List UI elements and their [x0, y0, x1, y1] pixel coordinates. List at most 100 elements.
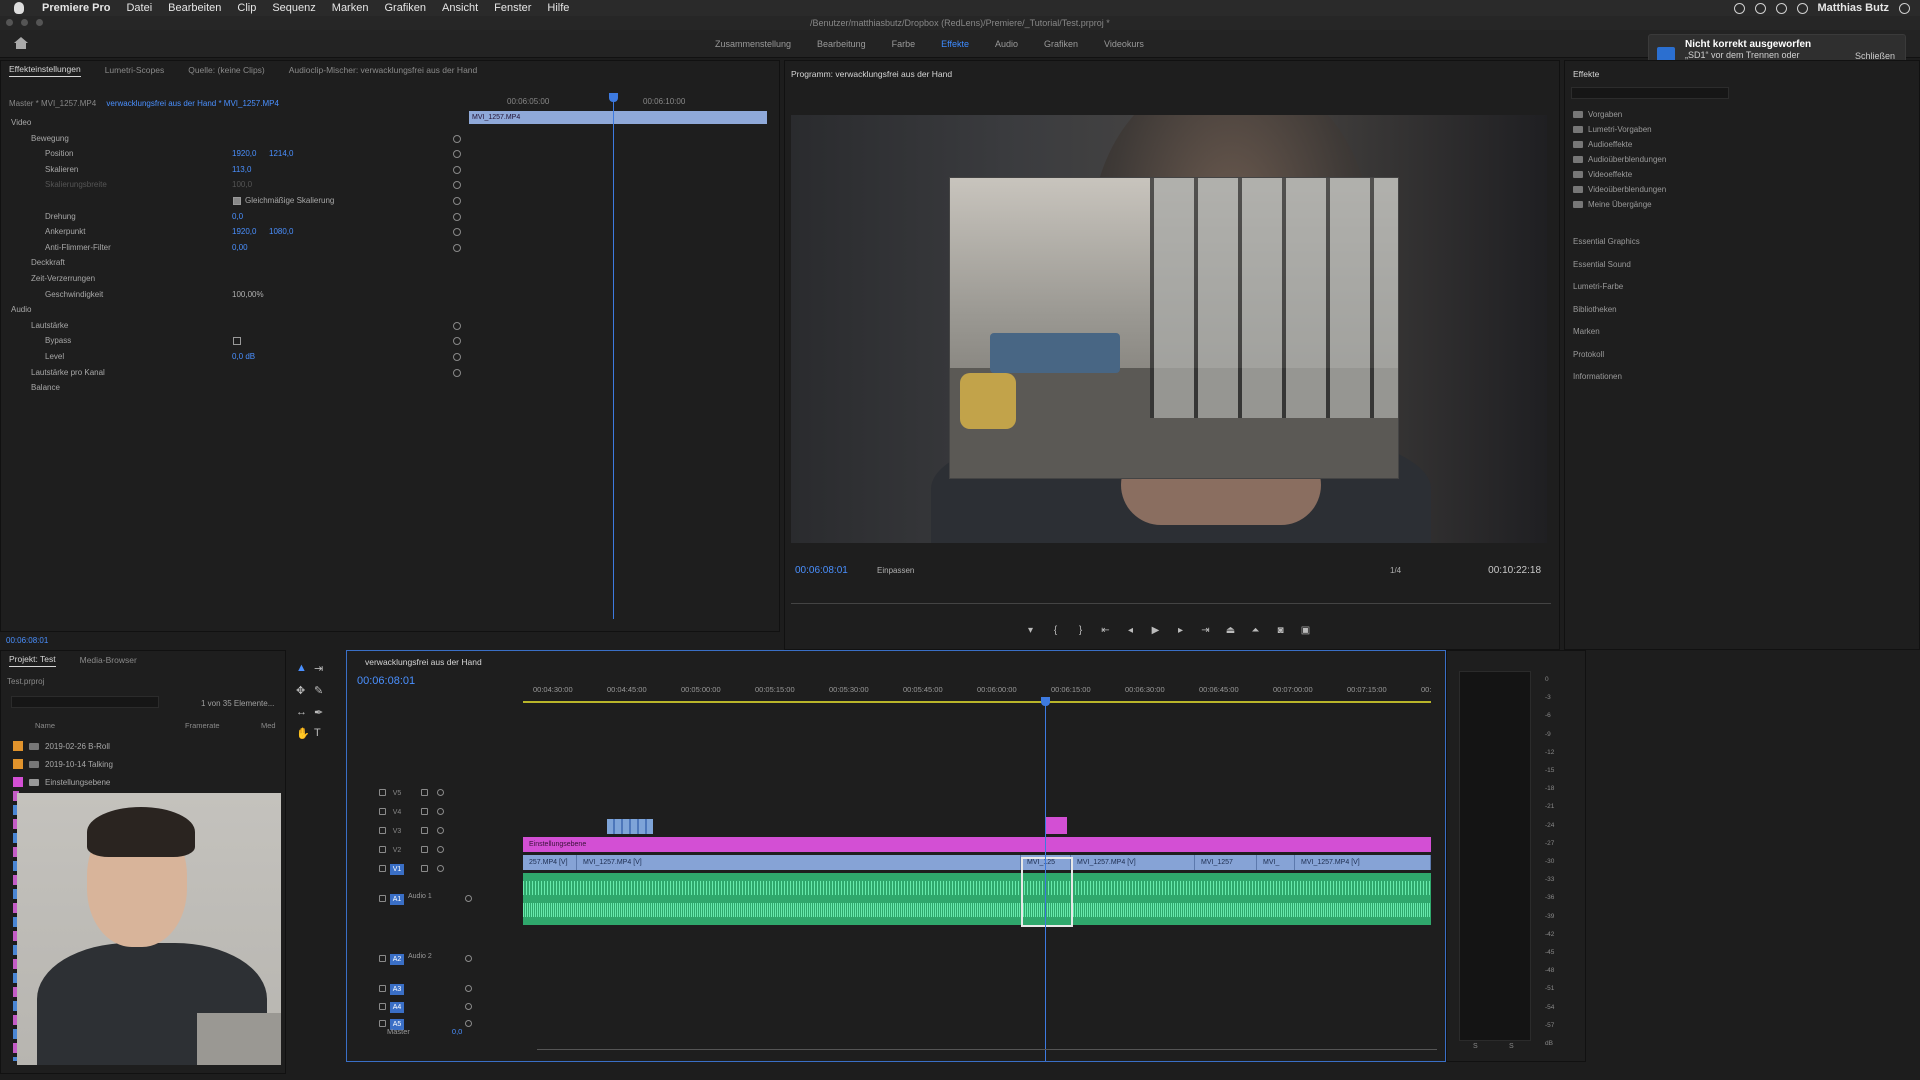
effects-title[interactable]: Effekte	[1573, 69, 1599, 79]
workspace-tab-effekte[interactable]: Effekte	[941, 39, 969, 49]
reset-icon[interactable]	[453, 165, 461, 174]
effects-search-input[interactable]	[1571, 87, 1729, 99]
tab-audio-clip-mixer[interactable]: Audioclip-Mischer: verwacklungsfrei aus …	[289, 65, 478, 75]
panel-link-essential-sound[interactable]: Essential Sound	[1573, 260, 1640, 283]
rotation-value[interactable]: 0,0	[232, 209, 243, 225]
menu-sequenz[interactable]: Sequenz	[272, 2, 315, 14]
microphone-icon[interactable]	[465, 1020, 472, 1027]
lock-icon[interactable]	[379, 1003, 386, 1010]
fx-folder[interactable]: Vorgaben	[1573, 107, 1666, 122]
timeline-timecode[interactable]: 00:06:08:01	[357, 675, 415, 687]
anchor-x-value[interactable]: 1920,0	[232, 224, 256, 240]
search-icon[interactable]	[1899, 2, 1910, 14]
fx-folder[interactable]: Meine Übergänge	[1573, 197, 1666, 212]
monitor-timecode[interactable]: 00:06:08:01	[795, 565, 848, 576]
reset-icon[interactable]	[453, 134, 461, 143]
track-select-tool-icon[interactable]: ⇥	[314, 662, 332, 677]
fit-dropdown[interactable]: Einpassen	[877, 566, 914, 575]
cloud-icon[interactable]	[1775, 2, 1787, 14]
track-name[interactable]: A2	[390, 954, 404, 965]
reset-icon[interactable]	[453, 150, 461, 159]
lock-icon[interactable]	[379, 895, 386, 902]
lock-icon[interactable]	[379, 808, 386, 815]
panel-link-essential-graphics[interactable]: Essential Graphics	[1573, 237, 1640, 260]
scale-value[interactable]: 113,0	[232, 162, 251, 178]
uniform-scale-checkbox[interactable]	[233, 196, 241, 205]
effect-time-remap[interactable]: Zeit-Verzerrungen	[1, 271, 463, 287]
lock-icon[interactable]	[379, 1020, 386, 1027]
film-icon[interactable]	[421, 865, 428, 872]
effect-motion[interactable]: Bewegung	[1, 131, 463, 147]
marker-icon[interactable]: ▾	[1025, 625, 1036, 636]
user-name[interactable]: Matthias Butz	[1818, 2, 1890, 14]
audio-track-name[interactable]: Audio 2	[408, 953, 432, 960]
menu-ansicht[interactable]: Ansicht	[442, 2, 478, 14]
v1-clip[interactable]: MVI_1257.MP4 [V]	[1071, 855, 1195, 870]
razor-tool-icon[interactable]: ✎	[314, 684, 332, 699]
film-icon[interactable]	[421, 808, 428, 815]
track-name[interactable]: A1	[390, 894, 404, 905]
fx-folder[interactable]: Audioüberblendungen	[1573, 152, 1666, 167]
ec-clip-bar[interactable]: MVI_1257.MP4	[469, 111, 767, 124]
workspace-tab-bearbeitung[interactable]: Bearbeitung	[817, 39, 866, 49]
tab-lumetri-scopes[interactable]: Lumetri-Scopes	[105, 65, 165, 75]
effect-opacity[interactable]: Deckkraft	[1, 255, 463, 271]
tab-media-browser[interactable]: Media-Browser	[80, 655, 137, 665]
track-name[interactable]: V5	[390, 788, 404, 799]
position-x-value[interactable]: 1920,0	[232, 146, 256, 162]
ripple-edit-tool-icon[interactable]: ✥	[296, 684, 314, 699]
solo-left[interactable]: S	[1473, 1043, 1478, 1050]
eye-icon[interactable]	[437, 846, 444, 853]
v3-adjustment-clip[interactable]	[1045, 817, 1067, 834]
v1-clip[interactable]: MVI_	[1257, 855, 1295, 870]
go-to-out-icon[interactable]: ⇥	[1200, 625, 1211, 636]
solo-right[interactable]: S	[1509, 1043, 1514, 1050]
workspace-tab-zusammenstellung[interactable]: Zusammenstellung	[715, 39, 791, 49]
monitor-scrub-bar[interactable]	[791, 603, 1551, 604]
effect-controls-timeline[interactable]: 00:06:05:00 00:06:10:00 MVI_1257.MP4	[467, 91, 767, 631]
lock-icon[interactable]	[379, 955, 386, 962]
effect-channel-volume[interactable]: Lautstärke pro Kanal	[1, 365, 463, 381]
menu-grafiken[interactable]: Grafiken	[384, 2, 426, 14]
position-y-value[interactable]: 1214,0	[269, 146, 293, 162]
reset-icon[interactable]	[453, 212, 461, 221]
home-icon[interactable]	[14, 37, 28, 49]
microphone-icon[interactable]	[465, 985, 472, 992]
type-tool-icon[interactable]: T	[314, 727, 332, 742]
timeline-playhead[interactable]	[1041, 697, 1050, 1061]
step-forward-icon[interactable]: ▸	[1175, 625, 1186, 636]
apple-icon[interactable]	[14, 2, 24, 14]
fx-folder[interactable]: Videoeffekte	[1573, 167, 1666, 182]
effect-balance[interactable]: Balance	[1, 380, 463, 396]
anchor-y-value[interactable]: 1080,0	[269, 224, 293, 240]
panel-link-history[interactable]: Protokoll	[1573, 350, 1640, 373]
mark-in-icon[interactable]: {	[1050, 625, 1061, 636]
resolution-dropdown[interactable]: 1/4	[1390, 566, 1401, 575]
clip-path-label[interactable]: verwacklungsfrei aus der Hand * MVI_1257…	[106, 99, 279, 108]
minimize-window-icon[interactable]	[21, 19, 28, 26]
column-framerate[interactable]: Framerate	[185, 721, 220, 730]
fx-folder[interactable]: Lumetri-Vorgaben	[1573, 122, 1666, 137]
microphone-icon[interactable]	[465, 955, 472, 962]
tab-effect-controls[interactable]: Effekteinstellungen	[9, 64, 81, 77]
menu-fenster[interactable]: Fenster	[494, 2, 531, 14]
slip-tool-icon[interactable]: ↔	[296, 706, 314, 721]
app-menu[interactable]: Premiere Pro	[42, 2, 110, 14]
v1-clip[interactable]: MVI_1257.MP4 [V]	[1295, 855, 1431, 870]
microphone-icon[interactable]	[465, 1003, 472, 1010]
panel-link-lumetri[interactable]: Lumetri-Farbe	[1573, 282, 1640, 305]
timeline-ruler[interactable]: 00:04:30:00 00:04:45:00 00:05:00:00 00:0…	[523, 685, 1435, 699]
film-icon[interactable]	[421, 827, 428, 834]
eye-icon[interactable]	[437, 827, 444, 834]
lock-icon[interactable]	[379, 789, 386, 796]
menu-marken[interactable]: Marken	[332, 2, 369, 14]
reset-icon[interactable]	[453, 321, 461, 330]
effect-volume[interactable]: Lautstärke	[1, 318, 463, 334]
fx-folder[interactable]: Audioeffekte	[1573, 137, 1666, 152]
audio-clip-a1[interactable]	[523, 873, 1431, 925]
camera-icon[interactable]: ◙	[1275, 625, 1286, 636]
lock-icon[interactable]	[379, 846, 386, 853]
project-bin[interactable]: 2019-10-14 Talking	[13, 755, 113, 773]
comparison-view-icon[interactable]: ▣	[1300, 625, 1311, 636]
hand-tool-icon[interactable]: ✋	[296, 727, 314, 742]
